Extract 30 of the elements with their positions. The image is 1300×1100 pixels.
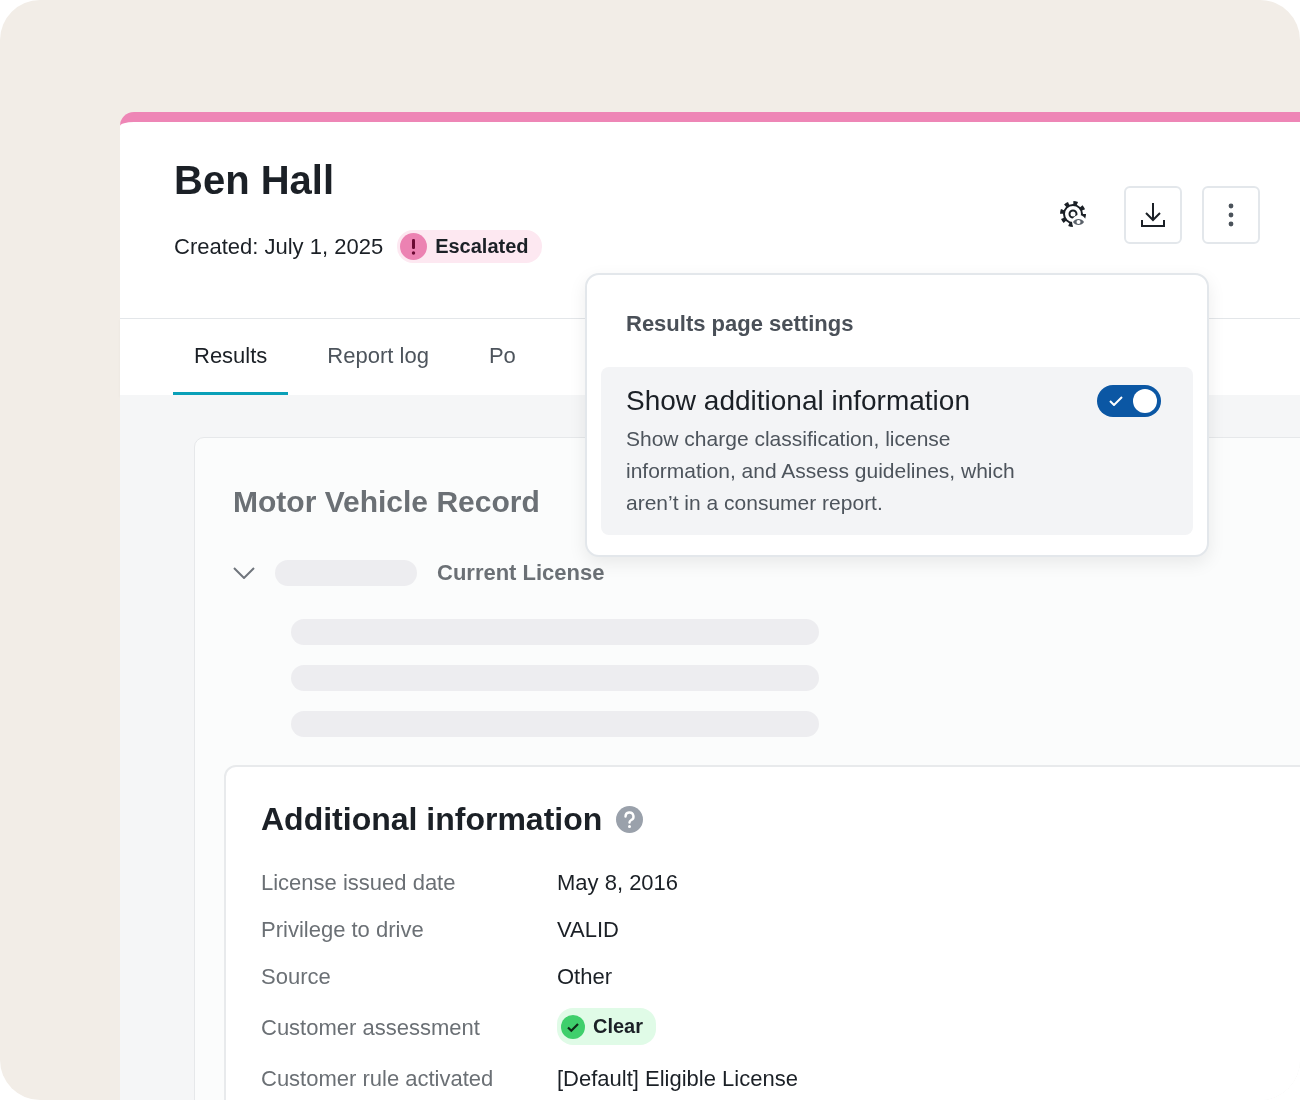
- field-label: License issued date: [261, 869, 457, 897]
- check-circle-icon: [561, 1014, 585, 1039]
- field-label: Customer assessment: [261, 1013, 481, 1042]
- more-icon: [1228, 203, 1234, 227]
- toggle-switch[interactable]: [1097, 385, 1161, 417]
- record-title: Ben Hall: [174, 157, 336, 204]
- field-value: May 8, 2016: [557, 869, 679, 897]
- download-button[interactable]: [1124, 186, 1182, 244]
- field-label: Customer rule activated: [261, 1064, 495, 1093]
- field-value: Other: [557, 963, 613, 991]
- popover-title: Results page settings: [625, 311, 855, 337]
- assessment-badge: Clear: [557, 1008, 657, 1045]
- download-icon: [1139, 201, 1167, 229]
- status-badge: Escalated: [397, 230, 542, 263]
- created-date: Created: July 1, 2025: [174, 233, 384, 260]
- group-label: Current License: [437, 560, 605, 586]
- check-icon: [1109, 396, 1123, 406]
- alert-icon: [400, 233, 428, 260]
- tab[interactable]: Po: [467, 319, 537, 395]
- card-title: Additional information: [261, 800, 603, 839]
- chevron-icon[interactable]: [233, 567, 255, 579]
- field-value: VALID: [557, 916, 619, 944]
- field-value: [Default] Eligible License: [557, 1064, 798, 1093]
- help-icon[interactable]: [616, 805, 644, 833]
- field-label: Source: [261, 963, 332, 991]
- tab[interactable]: Report log: [306, 319, 450, 395]
- field-label: Privilege to drive: [261, 916, 425, 944]
- section-title: Motor Vehicle Record: [233, 484, 540, 520]
- option-description: Show charge classification, license information, and Assess guidelines, which aren’t in a consumer report.: [626, 426, 1016, 516]
- option-label: Show additional information: [626, 385, 970, 417]
